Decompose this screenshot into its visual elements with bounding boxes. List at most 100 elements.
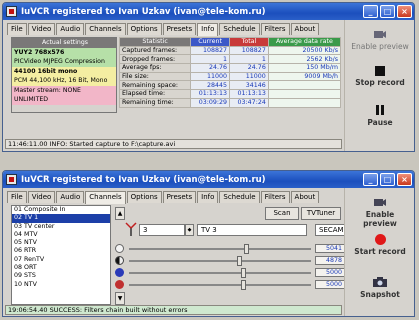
maximize-button[interactable]: □ — [380, 173, 395, 186]
info-audio-codec: PCM 44,100 kHz, 16 Bit, Mono — [12, 76, 116, 86]
brightness-slider[interactable] — [129, 244, 311, 254]
title-bar[interactable]: IuVCR registered to Ivan Uzkav (ivan@tel… — [3, 3, 414, 20]
tab-video[interactable]: Video — [27, 23, 56, 35]
stat-rate: 9009 Mb/h — [267, 71, 342, 82]
contrast-slider[interactable] — [129, 256, 311, 266]
tab-info[interactable]: Info — [197, 23, 219, 36]
list-item[interactable]: 05 NTV — [12, 239, 110, 247]
maximize-button[interactable]: □ — [380, 5, 395, 18]
saturation-track — [129, 284, 311, 286]
list-item[interactable]: 02 TV 1 — [12, 214, 110, 223]
header-current: Current — [190, 37, 231, 47]
tab-audio[interactable]: Audio — [56, 23, 85, 35]
info-limit: UNLIMITED — [12, 95, 116, 105]
list-item[interactable]: 08 ORT — [12, 264, 110, 272]
tab-channels[interactable]: Channels — [85, 23, 126, 35]
list-arrow-down[interactable]: ▼ — [115, 292, 125, 305]
status-bar: 11:46:11.00 INFO: Started capture to F:\… — [5, 139, 342, 149]
stat-current: 03:09:29 — [190, 97, 231, 108]
stat-total: 108827 — [229, 45, 269, 56]
channel-name-field[interactable]: TV 3 — [197, 224, 307, 236]
stop-label: Stop record — [355, 78, 405, 87]
list-item[interactable]: 07 RenTV — [12, 256, 110, 264]
stat-label: File size: — [118, 71, 192, 82]
status-bar: 19:06:54.40 SUCCESS: Filters chain built… — [5, 305, 342, 315]
info-header: Actual settings — [12, 38, 116, 48]
table-row: Remaining time: 03:09:29 03:47:24 — [118, 97, 342, 108]
stat-label: Captured frames: — [118, 45, 192, 56]
minimize-button[interactable]: _ — [363, 173, 378, 186]
tab-presets[interactable]: Presets — [162, 23, 197, 35]
tab-schedule[interactable]: Schedule — [219, 23, 260, 35]
tab-schedule[interactable]: Schedule — [219, 191, 260, 203]
list-item[interactable]: 09 STS — [12, 272, 110, 280]
stat-current: 108827 — [190, 45, 231, 56]
tab-file[interactable]: File — [7, 23, 27, 35]
header-statistic: Statistic — [118, 37, 192, 47]
contrast-icon — [115, 256, 124, 265]
tab-info[interactable]: Info — [197, 191, 219, 203]
channel-number-spin[interactable]: ◆ — [185, 224, 194, 236]
contrast-track — [129, 260, 311, 262]
scan-button[interactable]: Scan — [265, 207, 299, 220]
preview-icon — [374, 199, 386, 206]
title-bar[interactable]: IuVCR registered to Ivan Uzkav (ivan@tel… — [3, 171, 414, 188]
stat-rate — [267, 89, 342, 99]
contrast-thumb[interactable] — [237, 256, 242, 266]
preview-label: Enable preview — [363, 210, 397, 228]
stop-icon — [375, 66, 385, 76]
settings-info-panel: Actual settings YUY2 768x576 PICVideo MJ… — [11, 37, 117, 113]
tab-file[interactable]: File — [7, 191, 27, 203]
start-record-button[interactable]: Start record — [349, 234, 411, 256]
tab-filters[interactable]: Filters — [260, 191, 290, 203]
tab-presets[interactable]: Presets — [162, 191, 197, 203]
list-item[interactable]: 04 MTV — [12, 231, 110, 239]
channel-list[interactable]: 01 Composite In 02 TV 1 03 TV center 04 … — [11, 205, 111, 305]
table-row: Captured frames: 108827 108827 20500 Kb/s — [118, 45, 342, 56]
hue-icon — [115, 268, 124, 277]
brightness-thumb[interactable] — [244, 244, 249, 254]
saturation-value: 5000 — [315, 280, 345, 289]
stop-record-button[interactable]: Stop record — [349, 66, 411, 87]
stat-current: 1 — [190, 54, 231, 65]
tab-options[interactable]: Options — [126, 23, 162, 35]
stat-current: 28445 — [190, 80, 231, 91]
tab-audio[interactable]: Audio — [56, 191, 85, 203]
snapshot-button[interactable]: Snapshot — [349, 276, 411, 299]
tab-video[interactable]: Video — [27, 191, 56, 203]
tvtuner-button[interactable]: TVTuner — [301, 207, 341, 220]
minimize-button[interactable]: _ — [363, 5, 378, 18]
start-label: Start record — [354, 247, 406, 256]
stat-label: Elapsed time: — [118, 89, 192, 99]
stat-label: Remaining time: — [118, 97, 192, 108]
close-button[interactable]: × — [397, 5, 412, 18]
brightness-icon — [115, 244, 124, 253]
stat-total: 11000 — [229, 71, 269, 82]
hue-thumb[interactable] — [241, 268, 246, 278]
saturation-thumb[interactable] — [241, 280, 246, 290]
stat-label: Average fps: — [118, 63, 192, 73]
enable-preview-button[interactable]: Enable preview — [349, 196, 411, 228]
tab-channels[interactable]: Channels — [85, 191, 126, 204]
stat-label: Remaining space: — [118, 80, 192, 91]
tab-about[interactable]: About — [290, 191, 320, 203]
info-video-format: YUY2 768x576 — [12, 47, 116, 57]
saturation-slider[interactable] — [129, 280, 311, 290]
list-item[interactable]: 01 Composite In — [12, 206, 110, 214]
channel-number-field[interactable]: 3 — [139, 224, 185, 236]
list-item[interactable]: 03 TV center — [12, 223, 110, 231]
table-row: Remaining space: 28445 34146 — [118, 80, 342, 91]
tab-about[interactable]: About — [290, 23, 320, 35]
tab-options[interactable]: Options — [126, 191, 162, 203]
stat-total: 03:47:24 — [229, 97, 269, 108]
stat-rate: 2562 Kb/s — [267, 54, 342, 65]
table-row: Dropped frames: 1 1 2562 Kb/s — [118, 54, 342, 65]
list-item[interactable]: 06 RTR — [12, 247, 110, 255]
tab-filters[interactable]: Filters — [260, 23, 290, 35]
pause-button[interactable]: Pause — [349, 104, 411, 127]
list-item[interactable]: 10 NTV — [12, 281, 110, 289]
close-button[interactable]: × — [397, 173, 412, 186]
hue-slider[interactable] — [129, 268, 311, 278]
enable-preview-button[interactable]: Enable preview — [349, 28, 411, 51]
list-arrow-up[interactable]: ▲ — [115, 207, 125, 220]
